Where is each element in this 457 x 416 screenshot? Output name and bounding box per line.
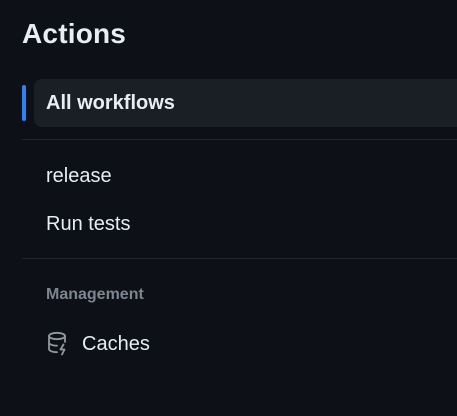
page-title: Actions	[22, 18, 127, 49]
nav-item-label: Run tests	[46, 212, 131, 235]
nav-item-all-workflows[interactable]: All workflows	[34, 79, 457, 127]
nav-item-label: Caches	[82, 332, 150, 355]
nav-item-release[interactable]: release	[34, 156, 457, 196]
nav-item-label: All workflows	[46, 91, 175, 114]
nav-item-label: release	[46, 164, 112, 187]
database-icon	[46, 331, 70, 357]
nav-item-run-tests[interactable]: Run tests	[34, 204, 457, 244]
section-heading-management: Management	[46, 286, 144, 303]
active-indicator	[22, 85, 26, 121]
nav-item-caches[interactable]: Caches	[34, 324, 457, 364]
divider	[22, 258, 457, 259]
divider	[22, 139, 457, 140]
